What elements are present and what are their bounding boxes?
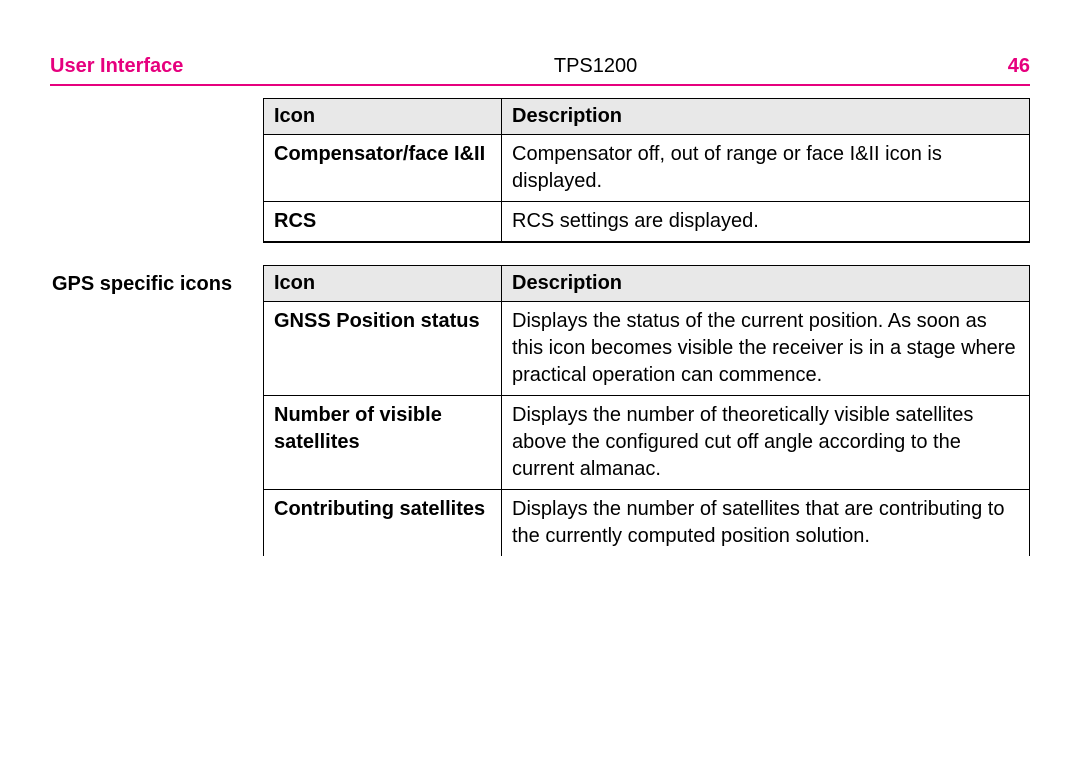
section-label-gps: GPS specific icons [50,265,263,296]
col-header-description: Description [502,266,1030,302]
cell-icon: GNSS Position status [264,302,502,396]
cell-description: RCS settings are displayed. [502,202,1030,243]
header-page-number: 46 [1008,55,1030,78]
table-header-row: Icon Description [264,266,1030,302]
page-header: User Interface TPS1200 46 [50,55,1030,86]
header-model: TPS1200 [554,55,637,78]
table-row: Compensator/face I&II Compensator off, o… [264,135,1030,202]
section-label-empty [50,98,263,106]
header-section-title: User Interface [50,55,183,78]
section-continuation: Icon Description Compensator/face I&II C… [50,98,1030,265]
col-header-description: Description [502,99,1030,135]
cell-description: Displays the status of the current posit… [502,302,1030,396]
table-row: GNSS Position status Displays the status… [264,302,1030,396]
table-row: Contributing satellites Displays the num… [264,490,1030,557]
cell-icon: Compensator/face I&II [264,135,502,202]
cell-icon: Number of visible satellites [264,396,502,490]
cell-description: Displays the number of theoretically vis… [502,396,1030,490]
table-row: Number of visible satellites Displays th… [264,396,1030,490]
icon-table-2: Icon Description GNSS Position status Di… [263,265,1030,556]
section-gps-icons: GPS specific icons Icon Description GNSS… [50,265,1030,556]
icon-table-1: Icon Description Compensator/face I&II C… [263,98,1030,243]
cell-icon: RCS [264,202,502,243]
cell-description: Displays the number of satellites that a… [502,490,1030,557]
cell-description: Compensator off, out of range or face I&… [502,135,1030,202]
col-header-icon: Icon [264,99,502,135]
table-row: RCS RCS settings are displayed. [264,202,1030,243]
cell-icon: Contributing satellites [264,490,502,557]
table-header-row: Icon Description [264,99,1030,135]
col-header-icon: Icon [264,266,502,302]
